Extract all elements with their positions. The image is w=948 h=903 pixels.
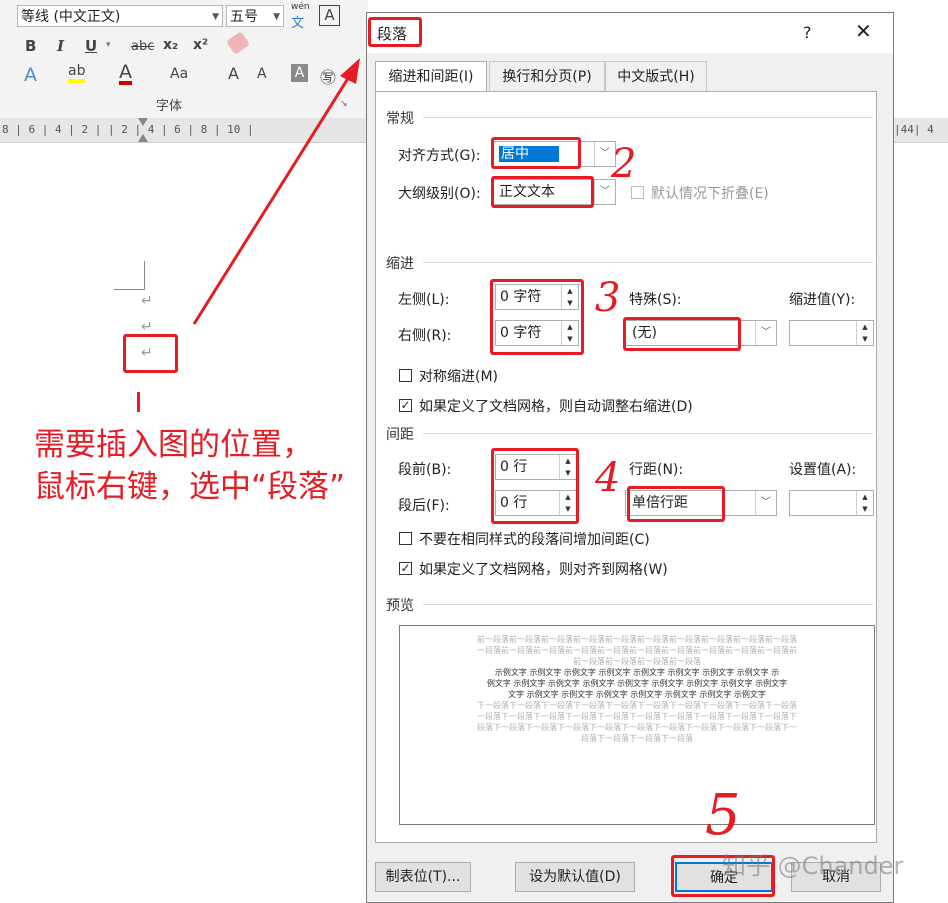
spacing-highlight-box <box>491 448 579 524</box>
annotation-arrow <box>192 58 360 325</box>
preview-prev-line: 一段落前一段落前一段落前一段落前一段落前一段落前一段落前一段落前一段落前一段落前 <box>477 646 797 655</box>
preview-sample-line: 示例文字 示例文字 示例文字 示例文字 示例文字 示例文字 示例文字 示例文字 … <box>494 668 780 677</box>
chevron-down-icon[interactable]: ▾ <box>106 40 111 50</box>
no-space-same-style-checkbox[interactable] <box>399 532 412 545</box>
annotation-tick <box>137 392 140 412</box>
tabs-button[interactable]: 制表位(T)... <box>375 862 471 892</box>
tab-asian-typography[interactable]: 中文版式(H) <box>605 61 707 91</box>
tab-indents-spacing[interactable]: 缩进和间距(I) <box>375 61 487 93</box>
italic-button[interactable]: I <box>57 37 64 55</box>
font-group-label: 字体 <box>156 99 183 114</box>
paragraph-dialog: 段落 ? ✕ 缩进和间距(I) 换行和分页(P) 中文版式(H) 常规 对齐方式… <box>366 12 894 903</box>
outline-level-label: 大纲级别(O): <box>398 186 481 202</box>
preview-prev-line: 前一段落前一段落前一段落前一段落前一段落前一段落前一段落前一段落前一段落前一段落 <box>477 635 797 644</box>
spinner-arrows-icon[interactable]: ▲ ▼ <box>856 321 873 345</box>
spacing-divider <box>423 433 873 434</box>
annotation-text-line1: 需要插入图的位置， <box>34 427 313 463</box>
text-effects-icon[interactable]: A <box>24 64 37 86</box>
font-name-combo[interactable]: 等线 (中文正文) ▼ <box>17 5 223 27</box>
phonetic-guide-button[interactable]: wén 文 <box>291 2 310 31</box>
preview-next-line: 段落下一段落下一段落下一段落下一段落下一段落下一段落下一段落下一段落下一段落下一 <box>477 723 797 732</box>
line-spacing-highlight-box <box>627 486 725 522</box>
preview-next-line: 下一段落下一段落下一段落下一段落下一段落下一段落下一段落下一段落下一段落下一段落 <box>477 701 797 710</box>
general-section-title: 常规 <box>386 111 414 127</box>
character-border-button[interactable]: A <box>319 5 340 26</box>
auto-adjust-label: 如果定义了文档网格，则自动调整右缩进(D) <box>419 399 693 415</box>
chevron-down-icon: ﹀ <box>755 321 776 345</box>
ruler-ticks-right: |44| 4 <box>894 123 934 136</box>
strikethrough-button[interactable]: abc <box>131 39 154 54</box>
snap-to-grid-label: 如果定义了文档网格，则对齐到网格(W) <box>419 562 668 578</box>
font-size-value: 五号 <box>230 9 258 25</box>
spacing-at-spinner[interactable]: ▲ ▼ <box>789 490 874 516</box>
auto-adjust-checkbox[interactable]: ✓ <box>399 399 412 412</box>
title-highlight-box <box>368 17 422 47</box>
preview-sample-line: 例文字 示例文字 示例文字 示例文字 示例文字 示例文字 示例文字 示例文字 示… <box>486 679 788 688</box>
highlight-icon[interactable]: ab <box>68 63 86 83</box>
indent-by-label: 缩进值(Y): <box>789 292 856 308</box>
annotation-number-3: 3 <box>595 275 621 321</box>
mirror-indent-label: 对称缩进(M) <box>419 369 499 385</box>
border-char: A <box>324 6 335 24</box>
indent-highlight-box <box>490 279 584 355</box>
dialog-titlebar: 段落 ? ✕ <box>367 13 893 53</box>
spacing-section-title: 间距 <box>386 427 414 443</box>
space-after-label: 段后(F): <box>398 498 450 514</box>
annotation-number-4: 4 <box>595 455 621 501</box>
margin-corner-mark <box>114 261 145 290</box>
spinner-arrows-icon[interactable]: ▲ ▼ <box>856 491 873 515</box>
watermark-text: 知乎 @Chander <box>722 852 904 880</box>
font-size-combo[interactable]: 五号 ▼ <box>226 5 284 27</box>
annotation-text-line2: 鼠标右键，选中“段落” <box>34 469 346 505</box>
preview-next-line: 段落下一段落下一段落下一段落 <box>581 734 693 743</box>
special-highlight-box <box>623 317 741 351</box>
preview-sample-line: 文字 示例文字 示例文字 示例文字 示例文字 示例文字 示例文字 示例文字 <box>508 690 766 699</box>
indent-section-title: 缩进 <box>386 256 414 272</box>
paragraph-mark-icon: ↵ <box>141 319 153 335</box>
line-spacing-label: 行距(N): <box>629 462 684 478</box>
phonetic-top: wén <box>291 2 310 12</box>
paragraph-preview: 前一段落前一段落前一段落前一段落前一段落前一段落前一段落前一段落前一段落前一段落… <box>399 625 875 825</box>
cursor-highlight-box <box>123 334 178 373</box>
chevron-down-icon: ﹀ <box>594 180 615 204</box>
font-name-value: 等线 (中文正文) <box>21 9 121 25</box>
preview-prev-line: 前一段落前一段落前一段落前一段落 <box>573 657 701 666</box>
chevron-down-icon: ﹀ <box>755 491 776 515</box>
collapse-checkbox[interactable] <box>631 186 644 199</box>
preview-next-line: 一段落下一段落下一段落下一段落下一段落下一段落下一段落下一段落下一段落下一段落下 <box>477 712 797 721</box>
spacing-at-label: 设置值(A): <box>789 462 857 478</box>
preview-section-title: 预览 <box>386 598 414 614</box>
horizontal-ruler-right: |44| 4 <box>894 118 948 143</box>
alignment-label: 对齐方式(G): <box>398 148 481 164</box>
set-default-button[interactable]: 设为默认值(D) <box>515 862 635 892</box>
preview-divider <box>423 604 873 605</box>
paragraph-mark-icon: ↵ <box>141 293 153 309</box>
indent-left-label: 左侧(L): <box>398 292 450 308</box>
snap-to-grid-checkbox[interactable]: ✓ <box>399 562 412 575</box>
chevron-down-icon: ▼ <box>273 12 280 22</box>
indent-divider <box>423 262 873 263</box>
annotation-number-5: 5 <box>705 783 741 848</box>
special-indent-label: 特殊(S): <box>629 292 682 308</box>
underline-button[interactable]: U <box>85 37 97 55</box>
indent-by-spinner[interactable]: ▲ ▼ <box>789 320 874 346</box>
bold-button[interactable]: B <box>25 37 36 55</box>
collapse-label: 默认情况下折叠(E) <box>651 186 769 202</box>
no-space-same-style-label: 不要在相同样式的段落间增加间距(C) <box>419 532 650 548</box>
help-button[interactable]: ? <box>803 23 812 42</box>
close-button[interactable]: ✕ <box>855 19 872 43</box>
phonetic-bottom: 文 <box>291 16 305 31</box>
subscript-button[interactable]: x₂ <box>163 37 178 53</box>
chevron-down-icon: ▼ <box>212 12 219 22</box>
space-before-label: 段前(B): <box>398 462 452 478</box>
indent-right-label: 右侧(R): <box>398 328 452 344</box>
general-divider <box>423 117 873 118</box>
outline-highlight-box <box>491 176 594 208</box>
alignment-highlight-box <box>491 137 581 169</box>
font-color-icon[interactable]: A <box>119 63 132 85</box>
mirror-indent-checkbox[interactable] <box>399 369 412 382</box>
tab-line-page-breaks[interactable]: 换行和分页(P) <box>489 61 605 91</box>
